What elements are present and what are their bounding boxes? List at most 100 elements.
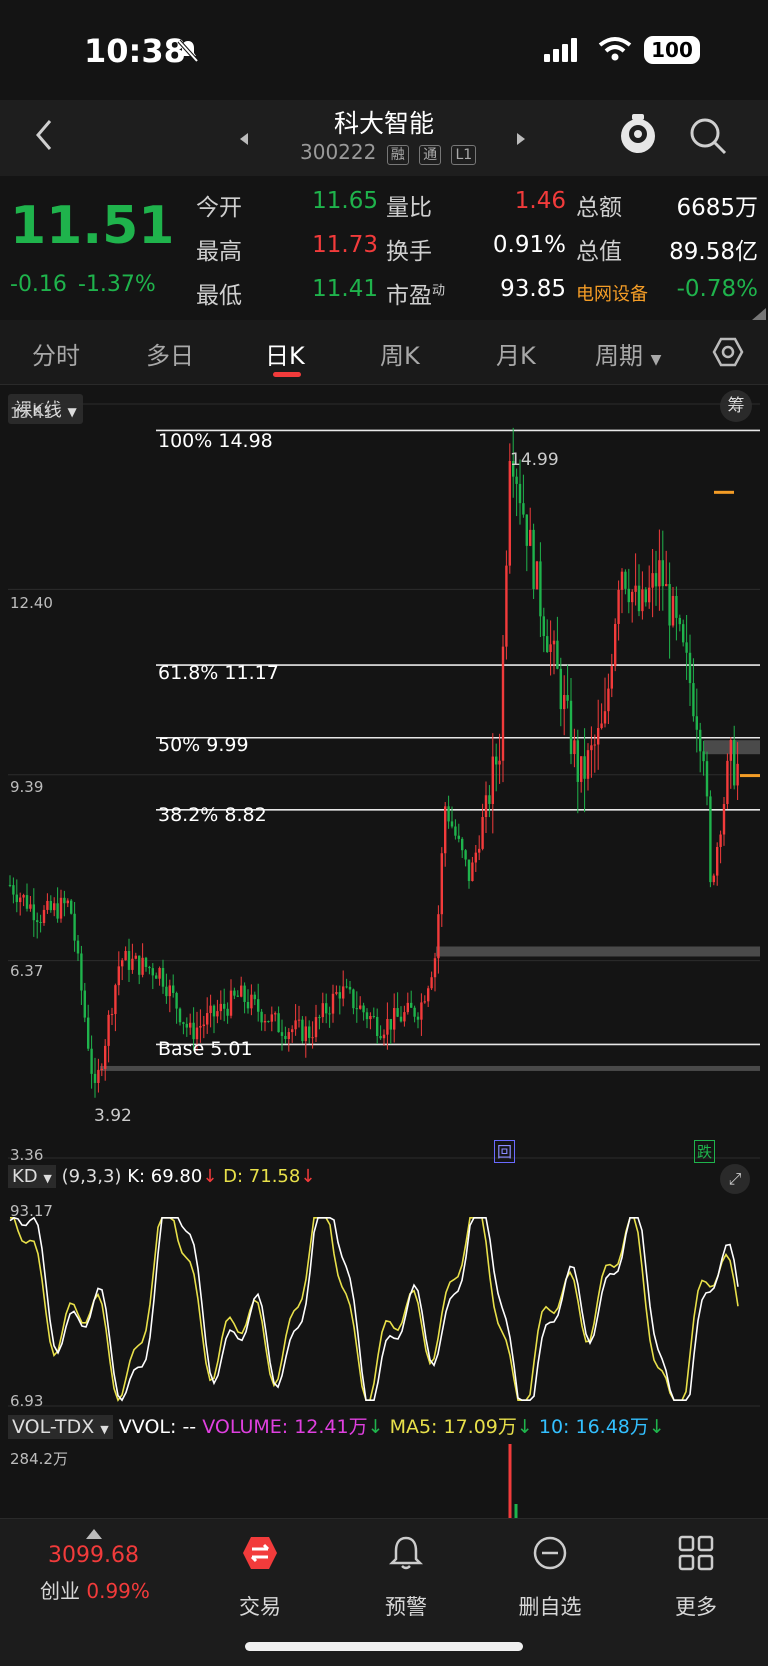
candle-body [76,940,80,954]
candle-body [66,900,69,904]
candle-body [522,503,525,515]
price-marker [714,490,734,494]
candle-body [481,817,484,849]
candle-body [532,529,535,590]
assistant-mascot-icon[interactable] [618,112,658,156]
search-icon[interactable] [688,116,728,156]
candle-body [141,957,144,975]
amount-value: 6685万 [676,195,758,221]
more-grid-icon[interactable] [678,1535,714,1571]
candle-body [430,977,433,989]
candle-body [263,1021,267,1023]
home-indicator[interactable] [245,1642,523,1651]
event-marker-buyback[interactable]: 回 [494,1140,516,1163]
candle-body [212,1005,216,1017]
nav-more[interactable]: 更多 [636,1591,756,1621]
candle-body [175,992,178,1009]
bell-icon[interactable] [388,1535,424,1571]
tab-daily-k[interactable]: 日K [265,336,305,371]
candle-body [597,728,600,745]
candle-body [709,796,712,883]
candle-body [83,990,86,1018]
candle-body [376,1016,379,1037]
candle-body [461,838,464,851]
low-marker: 3.92 [94,1106,132,1126]
candle-body [423,1001,426,1003]
candle-body [352,989,355,1009]
tab-intraday[interactable]: 分时 [32,336,80,371]
sector-link[interactable]: 电网设备 [576,280,648,306]
vol-select[interactable]: VOL-TDX ▼ [8,1415,113,1439]
candle-body [223,1003,226,1009]
candle-body [491,756,494,805]
candle-body [678,617,681,625]
tab-multiday[interactable]: 多日 [146,336,194,371]
candle-body [563,695,566,710]
y-tick-top: 15.41 [10,404,53,422]
candle-body [726,760,729,805]
candle-body [229,990,233,1016]
event-marker-fall[interactable]: 跌 [694,1140,716,1163]
candle-body [70,900,73,914]
candle-body [556,640,559,669]
kline-svg[interactable] [0,384,768,1520]
fib-label-base: Base 5.01 [158,1038,253,1060]
candle-body [117,966,120,986]
remove-watchlist-icon[interactable] [532,1535,568,1571]
bell-muted-icon [177,39,199,63]
tab-period[interactable]: 周期 ▼ [595,336,661,371]
candle-body [114,985,117,1015]
tag-margin: 融 [386,145,409,165]
candle-body [321,1003,324,1018]
candle-body [342,986,345,999]
candle-body [539,561,542,617]
settings-hexagon-icon[interactable] [712,336,744,368]
nav-remove-watchlist[interactable]: 删自选 [490,1591,610,1621]
candle-body [573,740,576,755]
candle-body [19,897,22,903]
candle-body [542,616,545,637]
candle-body [661,560,664,587]
candle-body [233,990,236,996]
candle-body [569,700,573,755]
tab-monthly-k[interactable]: 月K [496,336,536,371]
candle-body [566,695,569,701]
candle-body [518,483,522,504]
candle-body [505,565,508,647]
quote-panel: 11.51 -0.16 -1.37% 今开 11.65 量比 1.46 总额 6… [0,176,768,321]
candle-body [396,1008,399,1017]
candle-body [63,897,66,904]
candle-body [270,1014,273,1022]
tab-weekly-k[interactable]: 周K [380,336,420,371]
status-bar: 10:38 100 [0,0,768,100]
index-name-row[interactable]: 创业 0.99% [40,1575,150,1604]
candle-body [253,994,256,1000]
candle-body [158,968,161,979]
vol-ratio-label: 量比 [386,195,432,221]
candle-body [185,1023,188,1028]
candle-body [219,1003,222,1012]
candle-body [675,595,678,618]
candle-body [369,1015,372,1020]
candle-body [49,900,52,911]
candle-body [634,585,637,592]
candle-body [348,986,352,990]
nav-trade[interactable]: 交易 [200,1591,320,1621]
index-value[interactable]: 3099.68 [48,1543,139,1568]
nav-alert[interactable]: 预警 [346,1591,466,1621]
high-value: 11.73 [312,232,378,258]
candle-body [474,852,477,863]
kd-select[interactable]: KD ▼ [8,1165,56,1188]
candle-body [362,1005,365,1013]
candle-body [552,640,556,645]
kd-header: KD ▼ (9,3,3) K: 69.80↓ D: 71.58↓ [8,1165,315,1188]
expand-icon[interactable]: ⤢ [720,1164,750,1194]
candle-body [97,1069,100,1083]
trade-icon[interactable] [242,1535,278,1571]
candle-body [440,853,443,915]
candle-body [110,1014,114,1016]
candle-body [216,1011,219,1017]
candle-body [722,804,726,835]
y-tick: 12.40 [10,594,53,612]
candle-body [624,571,627,589]
